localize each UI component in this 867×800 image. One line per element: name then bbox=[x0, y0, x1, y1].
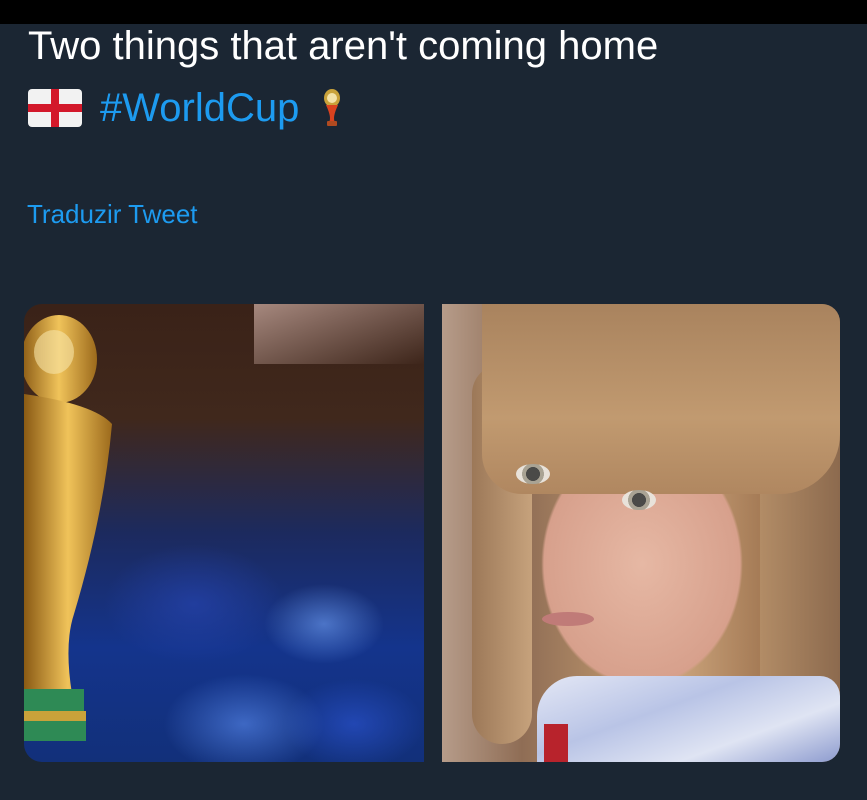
tweet-screenshot: Two things that aren't coming home #Worl… bbox=[0, 0, 867, 800]
hashtag-link[interactable]: #WorldCup bbox=[100, 84, 299, 132]
dress bbox=[537, 676, 840, 762]
tweet-text: Two things that aren't coming home bbox=[28, 24, 659, 68]
status-bar bbox=[0, 0, 867, 24]
england-flag-icon bbox=[28, 89, 82, 127]
world-cup-trophy-photo[interactable] bbox=[24, 304, 424, 762]
trophy-emoji-icon bbox=[324, 89, 341, 126]
tweet-media bbox=[24, 304, 840, 762]
trophy-icon bbox=[24, 315, 112, 741]
left-eye bbox=[516, 464, 550, 484]
translate-tweet-link[interactable]: Traduzir Tweet bbox=[27, 198, 198, 230]
tweet-text-line2: #WorldCup bbox=[28, 84, 343, 132]
child-portrait-photo[interactable] bbox=[442, 304, 840, 762]
mouth bbox=[542, 612, 594, 626]
right-eye bbox=[622, 490, 656, 510]
